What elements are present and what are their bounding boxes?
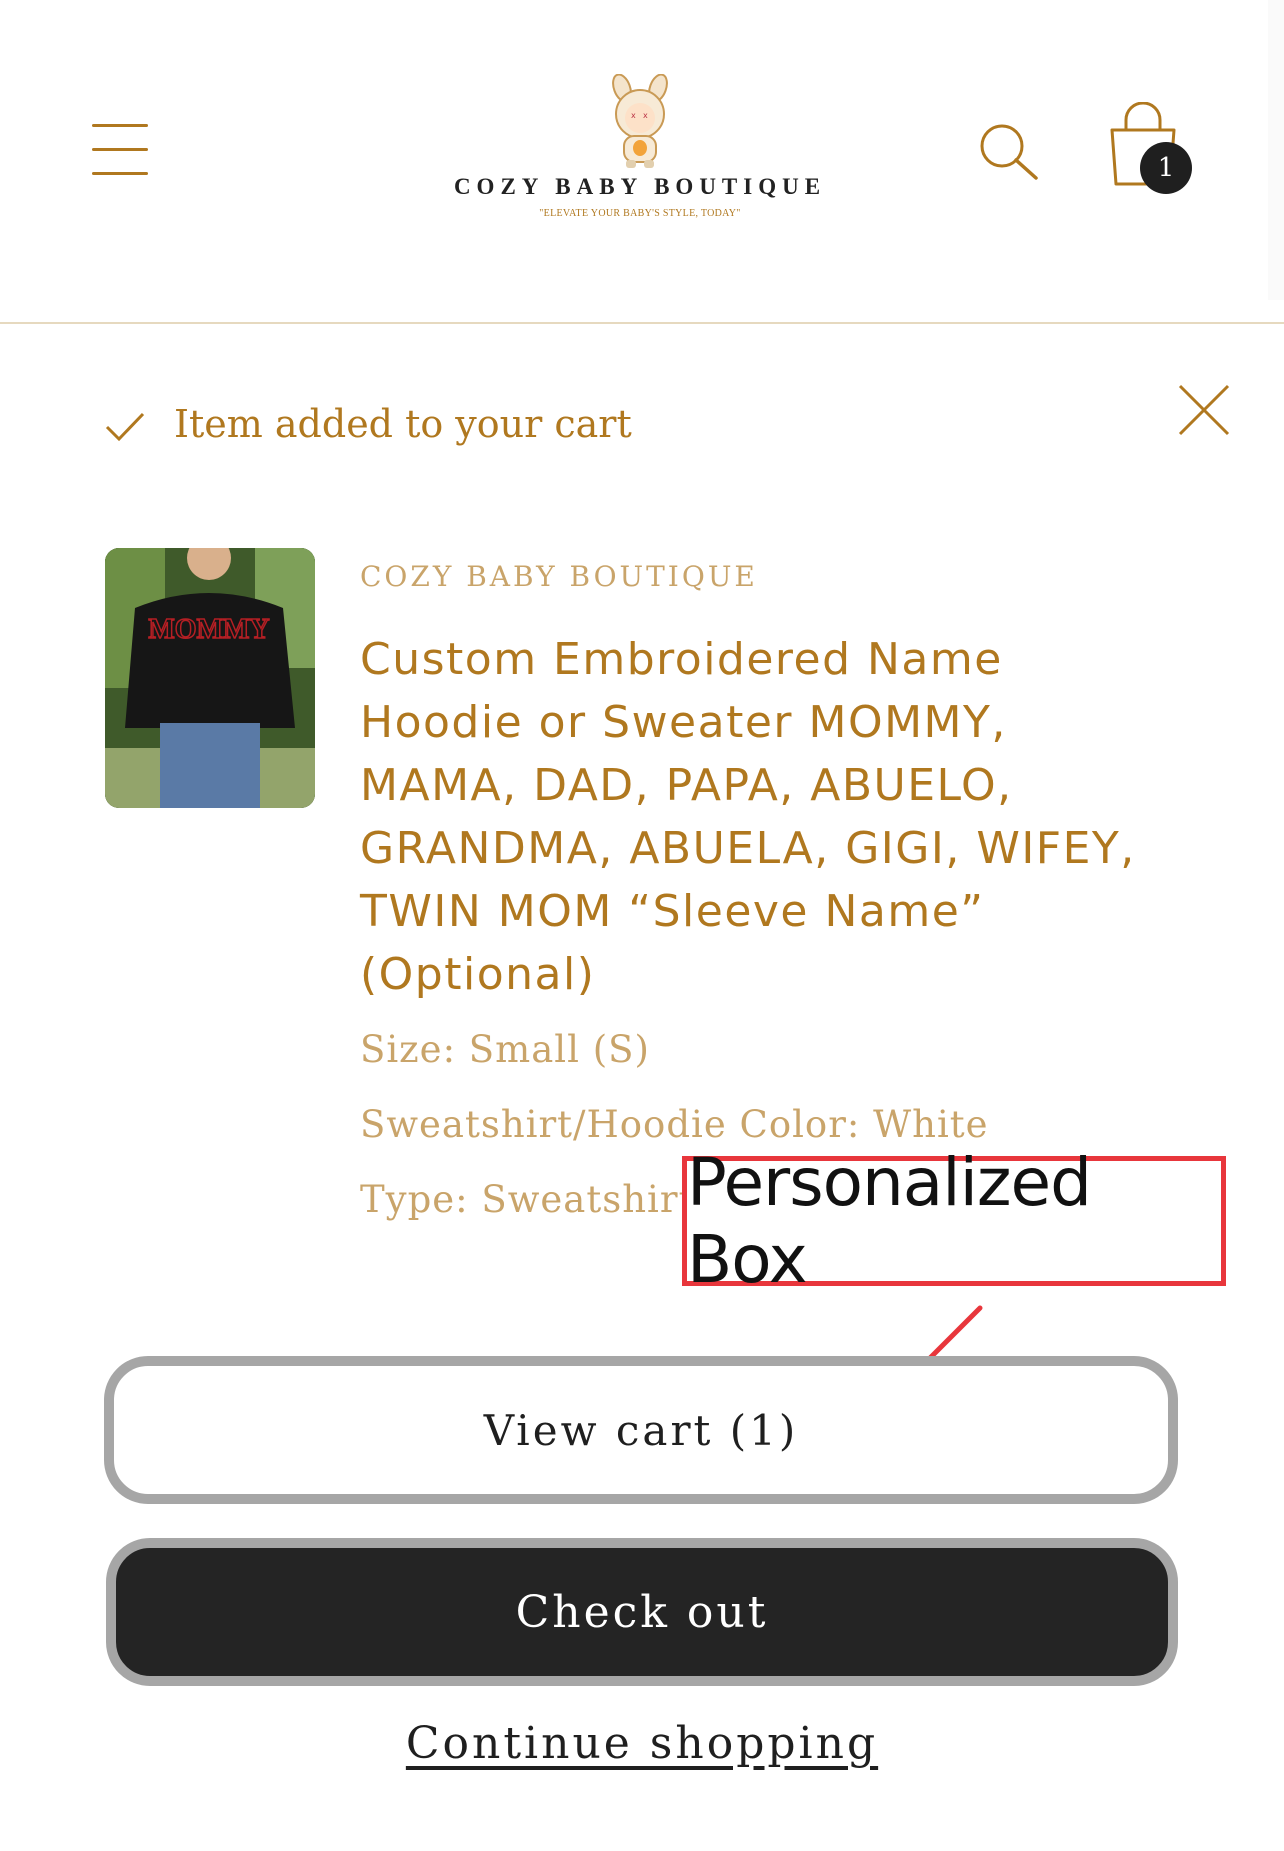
- product-title-line: TWIN MOM “Sleeve Name”: [360, 886, 985, 937]
- svg-text:x: x: [631, 111, 636, 120]
- store-logo[interactable]: x x COZY BABY BOUTIQUE "ELEVATE YOUR BAB…: [430, 74, 850, 234]
- product-title-line: Custom Embroidered Name: [360, 634, 1003, 685]
- brand-tagline: "ELEVATE YOUR BABY'S STYLE, TODAY": [539, 208, 741, 219]
- annotation-label: Personalized Box: [687, 1144, 1092, 1298]
- product-title-line: MAMA, DAD, PAPA, ABUELO,: [360, 760, 1013, 811]
- search-icon[interactable]: [976, 120, 1040, 184]
- option-size: Size: Small (S): [360, 1028, 650, 1071]
- checkout-button[interactable]: Check out: [106, 1538, 1178, 1686]
- option-color: Sweatshirt/Hoodie Color: White: [360, 1103, 989, 1146]
- annotation-box: Personalized Box: [682, 1144, 1226, 1298]
- scrollbar-track: [1268, 0, 1284, 300]
- thumbnail-print: MOMMY: [148, 614, 269, 645]
- logo-icon: x x: [612, 74, 668, 168]
- cart-count-badge: 1: [1140, 142, 1192, 194]
- option-type: Type: Sweatshirt: [360, 1178, 695, 1221]
- product-title-line: Hoodie or Sweater MOMMY,: [360, 697, 1007, 748]
- view-cart-button[interactable]: View cart (1): [104, 1356, 1178, 1504]
- product-thumbnail[interactable]: MOMMY: [105, 548, 315, 808]
- svg-text:x: x: [643, 111, 648, 120]
- added-to-cart-message: Item added to your cart: [174, 402, 632, 446]
- product-title[interactable]: Custom Embroidered Name Hoodie or Sweate…: [360, 628, 1240, 1006]
- brand-name: COZY BABY BOUTIQUE: [453, 174, 827, 199]
- product-vendor: COZY BABY BOUTIQUE: [360, 560, 758, 593]
- menu-icon[interactable]: [92, 124, 148, 176]
- product-title-line: (Optional): [360, 949, 596, 1000]
- check-icon: [105, 412, 145, 442]
- product-title-line: GRANDMA, ABUELA, GIGI, WIFEY,: [360, 823, 1136, 874]
- header-divider: [0, 322, 1284, 324]
- product-image: MOMMY: [105, 548, 315, 808]
- close-icon[interactable]: [1176, 382, 1232, 438]
- continue-shopping-link[interactable]: Continue shopping: [0, 1718, 1284, 1769]
